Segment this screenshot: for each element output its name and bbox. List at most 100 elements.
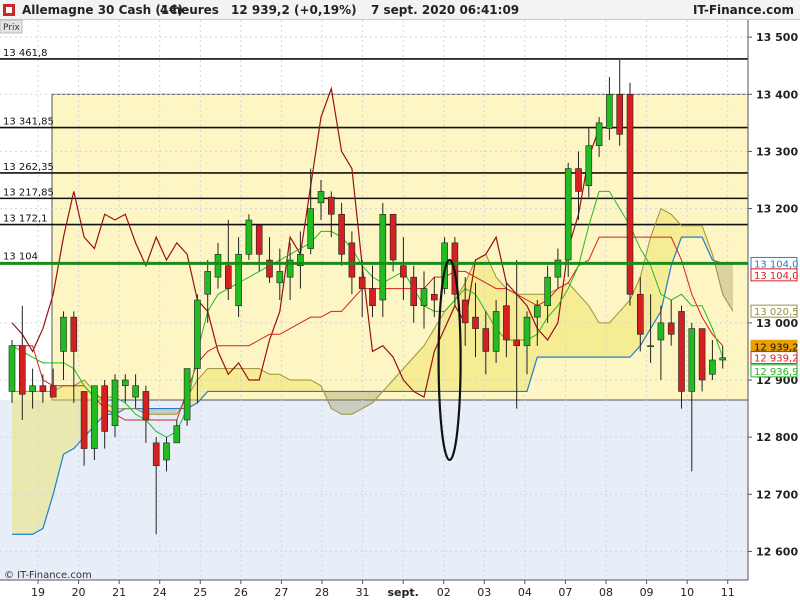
candle-body (472, 316, 479, 329)
candle-body (327, 196, 335, 215)
candlestick-chart: 13 461,8 13 341,85 13 262,35 13 217,85 13 17… (0, 19, 800, 600)
time-tick-label: sept. (387, 586, 418, 599)
resistance-level-label: 13 341,85 (3, 117, 54, 128)
cloud-segment (12, 391, 23, 535)
cloud-segment (691, 225, 703, 238)
candle-body (60, 316, 67, 352)
cloud-segment (22, 391, 33, 535)
candle-body (276, 271, 284, 284)
price-tag-label: 13 104,0 (754, 271, 799, 282)
candle-body (585, 145, 593, 187)
candle-body (225, 265, 232, 289)
candle-body (492, 311, 500, 352)
cloud-segment (599, 322, 610, 358)
time-tick-label: 21 (112, 586, 126, 599)
time-tick-label: 20 (72, 586, 86, 599)
lower-zone (0, 400, 748, 580)
candle-body (616, 93, 624, 135)
cloud-segment (32, 391, 43, 535)
time-tick-label: 19 (31, 586, 45, 599)
candle-body (245, 219, 253, 255)
candle-body (132, 385, 139, 398)
resistance-level-label: 13 262,35 (3, 162, 54, 173)
price-tick-label: 13 200 (756, 203, 798, 216)
candle-body (317, 191, 325, 204)
candle-body (410, 276, 418, 307)
time-tick-label: 25 (193, 586, 207, 599)
cloud-segment (156, 408, 167, 415)
price-tag-label: 13 020,5 (754, 307, 799, 318)
candle-body (482, 328, 490, 352)
candle-body (70, 316, 78, 352)
price-tick-label: 13 500 (756, 31, 798, 44)
time-tick-label: 27 (274, 586, 288, 599)
candle-body (595, 122, 603, 147)
candle-body (606, 93, 613, 129)
cloud-segment (300, 380, 311, 392)
cloud-segment (341, 391, 352, 415)
candle-body (688, 328, 696, 392)
time-tick-label: 28 (315, 586, 329, 599)
candle-body (91, 385, 98, 449)
price-tick-label: 12 700 (756, 488, 798, 501)
time-tick-label: 24 (153, 586, 167, 599)
candle-body (358, 276, 366, 289)
candle-body (678, 311, 685, 392)
candle-body (39, 385, 47, 392)
candle-body (389, 213, 397, 261)
price-tick-label: 12 600 (756, 545, 798, 558)
resistance-level-label: 13 172,1 (3, 214, 48, 225)
support-level-label: 13 104 (3, 251, 38, 262)
time-tick-label: 31 (356, 586, 370, 599)
price-tick-label: 13 400 (756, 88, 798, 101)
cloud-segment (568, 282, 579, 358)
candle-body (49, 385, 57, 398)
cloud-segment (269, 374, 280, 392)
candle-body (575, 168, 582, 192)
candle-body (122, 379, 129, 387)
candle-body (698, 328, 706, 381)
price-tag-label: 12 936,9 (754, 367, 799, 378)
candle-body (564, 168, 572, 261)
candle-body (163, 442, 170, 461)
candle-body (142, 391, 150, 421)
candle-body (183, 368, 191, 421)
candle-body (647, 345, 654, 348)
time-tick-label: 26 (234, 586, 248, 599)
candle-body (8, 345, 16, 392)
candle-body (338, 213, 345, 255)
price-tick-label: 13 300 (756, 145, 798, 158)
candle-body (461, 299, 469, 324)
candle-body (255, 225, 263, 255)
candle-body (533, 305, 541, 318)
candle-body (214, 253, 222, 278)
price-tick-label: 12 800 (756, 431, 798, 444)
cloud-segment (63, 385, 74, 455)
candle-body (544, 276, 551, 307)
cloud-segment (557, 282, 569, 358)
resistance-level-label: 13 217,85 (3, 187, 54, 198)
time-tick-label: 10 (680, 586, 694, 599)
cloud-segment (290, 380, 301, 392)
candle-body (204, 271, 211, 295)
cloud-segment (444, 300, 455, 392)
time-tick-label: 11 (721, 586, 735, 599)
candle-body (369, 288, 376, 307)
cloud-segment (166, 408, 177, 415)
candle-body (719, 357, 727, 361)
time-tick-label: 04 (518, 586, 532, 599)
candle-body (667, 322, 675, 335)
time-tick-label: 08 (599, 586, 613, 599)
candle-body (307, 208, 315, 249)
candle-body (111, 379, 119, 427)
candle-body (513, 339, 521, 347)
candle-body (523, 316, 531, 347)
candle-body (636, 293, 644, 335)
candle-body (420, 288, 428, 307)
candle-body (400, 265, 407, 278)
candle-body (152, 442, 160, 467)
candle-body (379, 213, 387, 301)
candle-body (709, 359, 716, 375)
candle-body (80, 391, 88, 449)
price-tick-label: 13 000 (756, 317, 798, 330)
